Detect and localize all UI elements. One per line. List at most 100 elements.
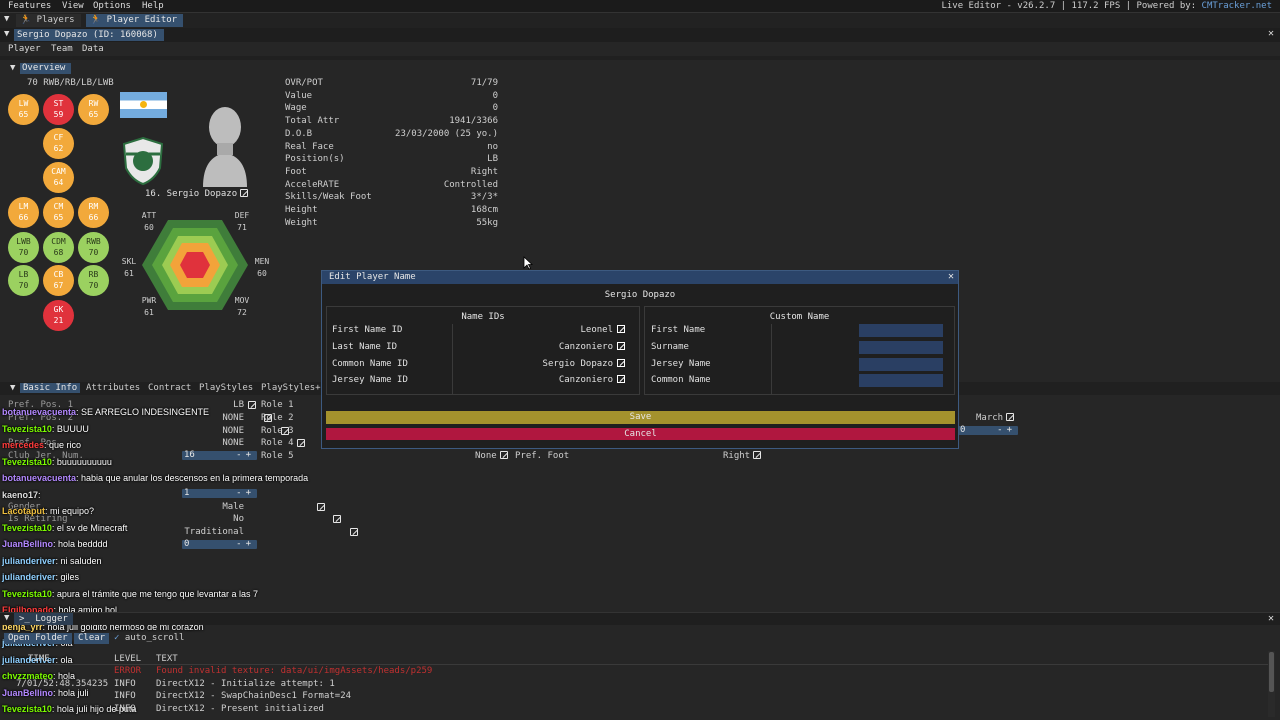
- collapse-icon[interactable]: ▼: [4, 613, 9, 623]
- subtab-team[interactable]: Team: [51, 44, 73, 54]
- stepper-3[interactable]: 0 -+: [182, 539, 257, 549]
- subtab-player[interactable]: Player: [8, 44, 41, 54]
- mouse-cursor-icon: [523, 256, 533, 270]
- edit-icon[interactable]: [248, 401, 256, 409]
- logger-title: >_ Logger: [14, 613, 73, 625]
- edit-icon[interactable]: [753, 451, 762, 459]
- edit-icon[interactable]: [1006, 413, 1015, 421]
- overview-header[interactable]: Overview: [20, 63, 72, 74]
- position-cam: CAM 64: [43, 162, 74, 193]
- cancel-button[interactable]: Cancel: [326, 428, 955, 440]
- common-name-id-value[interactable]: Sergio Dopazo: [502, 359, 625, 369]
- common-name-id-label: Common Name ID: [332, 359, 408, 369]
- edit-icon[interactable]: [617, 359, 625, 367]
- log-text: DirectX12 - Present initialized: [156, 703, 324, 714]
- menu-options[interactable]: Options: [93, 1, 131, 11]
- logger-bar: ▼ >_ Logger ✕: [0, 612, 1280, 625]
- stepper-2[interactable]: 1 -+: [182, 488, 257, 498]
- tab-player-editor[interactable]: 🏃 Player Editor: [86, 14, 184, 27]
- tab-players[interactable]: 🏃 Players: [16, 14, 81, 27]
- modal-titlebar[interactable]: Edit Player Name ✕: [322, 271, 958, 284]
- position-label: RWB: [86, 237, 101, 246]
- players-icon: 🏃: [20, 15, 32, 25]
- right-stepper[interactable]: 0 -+: [958, 425, 1018, 435]
- stepper-buttons[interactable]: -+: [236, 450, 255, 460]
- pref-foot-value-text: Right: [723, 451, 751, 461]
- close-icon[interactable]: ✕: [1268, 613, 1274, 624]
- role-5-value: None: [475, 451, 508, 461]
- stepper-buttons[interactable]: -+: [236, 488, 255, 498]
- edit-icon[interactable]: [333, 515, 342, 523]
- tab-contract[interactable]: Contract: [148, 383, 191, 393]
- hex-men-value: 60: [257, 269, 267, 278]
- save-button[interactable]: Save: [326, 411, 955, 424]
- chat-username: mercedes: [2, 440, 45, 450]
- position-rw: RW 65: [78, 94, 109, 125]
- name-ids-header: Name IDs: [461, 312, 505, 322]
- custom-jersey-name-input[interactable]: [859, 358, 943, 371]
- birth-month-value: March: [976, 413, 1015, 423]
- col-time[interactable]: TIME: [28, 654, 50, 664]
- position-st: ST 59: [43, 94, 74, 125]
- subtab-data[interactable]: Data: [82, 44, 104, 54]
- edit-icon[interactable]: [349, 528, 358, 536]
- edit-icon[interactable]: [499, 451, 508, 459]
- col-text[interactable]: TEXT: [156, 654, 178, 664]
- edit-icon[interactable]: [617, 375, 625, 383]
- collapse-icon[interactable]: ▼: [10, 383, 15, 393]
- status-info: Live Editor - v26.2.7 | 117.2 FPS | Powe…: [941, 1, 1202, 11]
- chat-username: JuanBellino: [2, 539, 54, 549]
- auto-scroll-checkbox[interactable]: ✓ auto_scroll: [114, 633, 184, 643]
- stepper-buttons[interactable]: -+: [997, 425, 1016, 435]
- position-rb: RB 70: [78, 265, 109, 296]
- log-scroll-thumb[interactable]: [1269, 652, 1274, 692]
- col-level[interactable]: LEVEL: [114, 654, 141, 664]
- tab-basic-info[interactable]: Basic Info: [20, 383, 81, 393]
- menu-features[interactable]: Features: [8, 1, 51, 11]
- edit-icon[interactable]: [617, 342, 625, 350]
- club-jersey-stepper[interactable]: 16 -+: [182, 450, 257, 460]
- collapse-icon[interactable]: ▼: [10, 63, 15, 73]
- position-rwb: RWB 70: [78, 232, 109, 263]
- player-display-name-text: 16. Sergio Dopazo: [145, 189, 238, 199]
- menu-help[interactable]: Help: [142, 1, 164, 11]
- collapse-icon[interactable]: ▼: [4, 29, 9, 39]
- chat-username: Lacotaput: [2, 506, 46, 516]
- role-3-label: Role 3: [261, 426, 294, 436]
- custom-common-name-input[interactable]: [859, 374, 943, 387]
- chat-message: JuanBellino: hola bedddd: [2, 539, 108, 549]
- open-folder-button[interactable]: Open Folder: [4, 633, 72, 644]
- edit-icon[interactable]: [240, 189, 249, 197]
- collapse-icon[interactable]: ▼: [4, 14, 9, 24]
- close-icon[interactable]: ✕: [1268, 28, 1274, 39]
- argentina-flag: [120, 92, 167, 118]
- last-name-id-value[interactable]: Canzoniero: [502, 342, 625, 352]
- tab-playstyles-plus[interactable]: PlayStyles+: [261, 383, 321, 393]
- jersey-name-id-value[interactable]: Canzoniero: [502, 375, 625, 385]
- edit-icon[interactable]: [316, 503, 325, 511]
- chat-message: Tevezista10: apura el trámite que me ten…: [2, 589, 258, 599]
- last-name-id-label: Last Name ID: [332, 342, 398, 352]
- first-name-id-value[interactable]: Leonel: [502, 325, 625, 335]
- custom-first-name-input[interactable]: [859, 324, 943, 337]
- detail-label: Skills/Weak Foot: [285, 192, 372, 203]
- close-icon[interactable]: ✕: [948, 271, 954, 282]
- edit-icon[interactable]: [297, 439, 306, 447]
- position-cm: CM 65: [43, 197, 74, 228]
- modal-title: Edit Player Name: [329, 272, 416, 282]
- edit-icon[interactable]: [617, 325, 625, 333]
- cmtracker-link[interactable]: CMTracker.net: [1202, 1, 1272, 11]
- role-4-label: Role 4: [261, 438, 294, 448]
- menu-view[interactable]: View: [62, 1, 84, 11]
- stepper-buttons[interactable]: -+: [236, 539, 255, 549]
- chat-message: julianderiver: ni saluden: [2, 556, 102, 566]
- tab-playstyles[interactable]: PlayStyles: [199, 383, 253, 393]
- hex-skl: SKL 61: [114, 256, 144, 280]
- tab-attributes[interactable]: Attributes: [86, 383, 140, 393]
- chat-username: JuanBellino: [2, 687, 54, 698]
- clear-button[interactable]: Clear: [74, 633, 110, 644]
- custom-surname-input[interactable]: [859, 341, 943, 354]
- player-display-name[interactable]: 16. Sergio Dopazo: [145, 189, 249, 199]
- chat-text: : mi equipo?: [45, 506, 95, 516]
- birth-month-text: March: [976, 413, 1004, 423]
